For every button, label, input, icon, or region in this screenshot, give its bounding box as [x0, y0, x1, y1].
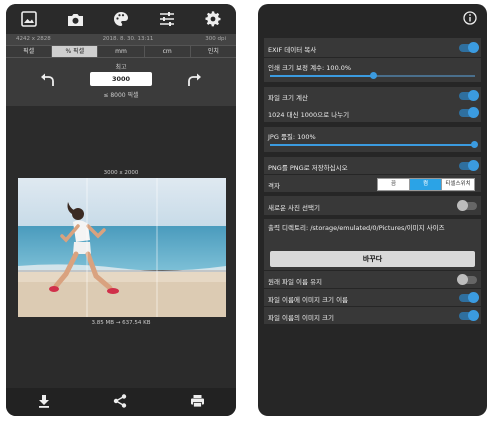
jpg-quality-slider[interactable] — [270, 141, 478, 148]
resize-panel: 최고 3000 ≤ 8000 픽셀 — [6, 58, 236, 106]
setting-print-correction: 인쇄 크기 보정 계수: 100.0% — [264, 58, 481, 83]
grid-option-on[interactable]: 켬 — [410, 179, 442, 190]
image-datetime: 2018. 8. 30. 13:11 — [102, 36, 154, 42]
grid-option-off[interactable]: 끔 — [378, 179, 410, 190]
name-size-toggle[interactable] — [459, 292, 479, 303]
print-correction-slider[interactable] — [270, 72, 475, 79]
setting-file-size-group: 파일 크기 계산 1024 대신 1000으로 나누기 — [264, 87, 481, 123]
setting-new-picker[interactable]: 새로운 사진 선택기 — [264, 196, 481, 216]
download-icon[interactable] — [37, 393, 51, 412]
file-size-label: 파일 크기 계산 — [268, 94, 309, 102]
left-phone-screen: 4242 x 2828 2018. 8. 30. 13:11 300 dpi 픽… — [6, 4, 236, 416]
tab-mm[interactable]: mm — [98, 46, 145, 57]
divide-1000-label: 1024 대신 1000으로 나누기 — [268, 111, 350, 119]
change-dir-button[interactable]: 바꾸다 — [270, 251, 475, 267]
file-size-change: 3.85 MB → 637.54 KB — [91, 320, 151, 326]
exif-toggle[interactable] — [459, 42, 479, 53]
photo-preview[interactable] — [18, 178, 226, 317]
rotate-right-icon[interactable] — [186, 72, 202, 88]
top-toolbar — [6, 4, 236, 34]
grid-option-switch[interactable]: 티셀스위치 — [442, 179, 474, 190]
image-canvas: 3000 x 2000 3.85 MB → 637.54 KB — [6, 106, 236, 388]
setting-grid: 격자 끔 켬 티셀스위치 — [264, 175, 481, 193]
grid-segmented-control: 끔 켬 티셀스위치 — [377, 178, 475, 191]
camera-icon[interactable] — [64, 8, 86, 30]
print-icon[interactable] — [190, 393, 205, 412]
tab-inch[interactable]: 인치 — [191, 46, 236, 57]
image-dpi: 300 dpi — [205, 36, 226, 42]
name-size-label: 파일 이름에 이미지 크기 이름 — [268, 296, 349, 304]
tab-cm[interactable]: cm — [145, 46, 191, 57]
share-icon[interactable] — [113, 393, 127, 412]
beach-runner-image — [18, 178, 226, 317]
jpg-quality-label: JPG 품질: 100% — [268, 133, 316, 141]
divide-1000-toggle[interactable] — [459, 107, 479, 118]
right-phone-settings: EXIF 데이터 복사 인쇄 크기 보정 계수: 100.0% 파일 크기 계산… — [258, 4, 487, 416]
sliders-icon[interactable] — [156, 8, 178, 30]
keep-name-label: 원래 파일 이름 유지 — [268, 278, 323, 286]
jpg-quality-knob[interactable] — [471, 141, 478, 148]
print-correction-knob[interactable] — [369, 72, 377, 79]
setting-exif[interactable]: EXIF 데이터 복사 — [264, 38, 481, 58]
unit-tabs: 픽셀 % 픽셀 mm cm 인치 — [6, 45, 236, 58]
name-image-size-label: 파일 이름의 이미지 크기 — [268, 314, 334, 322]
output-dir-label: 출력 디렉토리: /storage/emulated/0/Pictures/이미… — [268, 224, 445, 232]
setting-keep-name[interactable]: 원래 파일 이름 유지 — [264, 271, 481, 289]
resize-caption: ≤ 8000 픽셀 — [103, 92, 139, 99]
gallery-icon[interactable] — [18, 8, 40, 30]
setting-output-dir: 출력 디렉토리: /storage/emulated/0/Pictures/이미… — [264, 219, 481, 271]
size-value-input[interactable]: 3000 — [90, 72, 152, 86]
setting-jpg-quality: JPG 품질: 100% — [264, 127, 481, 153]
image-info-row: 4242 x 2828 2018. 8. 30. 13:11 300 dpi — [6, 34, 236, 45]
gear-icon[interactable] — [202, 8, 224, 30]
resize-label: 최고 — [115, 64, 127, 71]
tab-pixel[interactable]: 픽셀 — [6, 46, 53, 57]
info-icon[interactable] — [463, 10, 477, 29]
keep-name-toggle[interactable] — [457, 274, 477, 285]
grid-label: 격자 — [268, 182, 280, 190]
new-picker-label: 새로운 사진 선택기 — [268, 204, 320, 212]
rotate-left-icon[interactable] — [40, 72, 56, 88]
bottom-action-bar — [6, 388, 236, 416]
settings-header — [258, 4, 487, 34]
image-resolution: 4242 x 2828 — [16, 36, 51, 42]
print-correction-label: 인쇄 크기 보정 계수: 100.0% — [268, 64, 352, 72]
new-picker-toggle[interactable] — [457, 200, 477, 211]
tab-percent[interactable]: % 픽셀 — [52, 46, 99, 57]
setting-name-image-size[interactable]: 파일 이름의 이미지 크기 — [264, 307, 481, 325]
file-size-toggle[interactable] — [459, 90, 479, 101]
setting-name-size[interactable]: 파일 이름에 이미지 크기 이름 — [264, 289, 481, 307]
setting-exif-label: EXIF 데이터 복사 — [268, 46, 317, 54]
name-image-size-toggle[interactable] — [459, 310, 479, 321]
palette-icon[interactable] — [110, 8, 132, 30]
png-label: PNG를 PNG로 저장하십시오 — [268, 164, 348, 172]
png-toggle[interactable] — [459, 160, 479, 171]
setting-png[interactable]: PNG를 PNG로 저장하십시오 — [264, 157, 481, 175]
output-dimensions: 3000 x 2000 — [103, 170, 139, 176]
